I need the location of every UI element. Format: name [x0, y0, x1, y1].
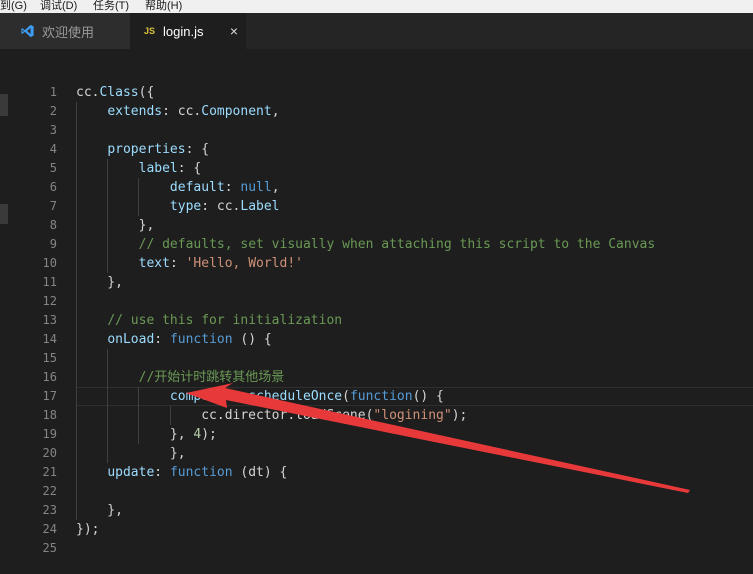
- vscode-icon: [21, 24, 34, 38]
- line-number: 22: [42, 484, 57, 498]
- code-line: cc.director.loadScene("logining");: [76, 408, 468, 423]
- code-line: component.scheduleOnce(function() {: [169, 389, 444, 404]
- line-number: 11: [42, 275, 57, 289]
- code-line: type: cc.Label: [169, 199, 280, 214]
- line-number: 10: [42, 256, 57, 270]
- menu-debug[interactable]: 调试(D): [40, 0, 77, 13]
- line-number: 21: [42, 465, 57, 479]
- tab-bar: 欢迎使用 JS login.js ×: [0, 13, 753, 49]
- code-line: extends: cc.Component,: [107, 104, 280, 119]
- code-line: }, 4);: [76, 427, 217, 442]
- line-number: 15: [42, 351, 57, 365]
- menu-bar: 到(G) 调试(D) 任务(T) 帮助(H): [0, 0, 753, 13]
- code-line: onLoad: function () {: [107, 332, 272, 347]
- line-number: 17: [42, 389, 57, 403]
- line-number: 8: [49, 218, 57, 232]
- line-number: 14: [42, 332, 57, 346]
- line-number: 23: [42, 503, 57, 517]
- tab-login-label: login.js: [163, 23, 204, 39]
- code-line: },: [76, 275, 123, 290]
- line-number: 7: [49, 199, 57, 213]
- code-line: },: [76, 503, 123, 518]
- line-number: 13: [42, 313, 57, 327]
- tab-login-js[interactable]: JS login.js ×: [130, 13, 246, 49]
- line-number: 3: [49, 123, 57, 137]
- line-number: 6: [49, 180, 57, 194]
- activity-edge: [0, 49, 8, 574]
- line-number: 18: [42, 408, 57, 422]
- js-file-icon: JS: [144, 26, 156, 36]
- code-line: });: [76, 522, 100, 537]
- menu-tasks[interactable]: 任务(T): [93, 0, 129, 13]
- tab-welcome-label: 欢迎使用: [42, 24, 95, 40]
- edge-marker: [0, 204, 8, 224]
- code-line: cc.Class({: [76, 85, 155, 100]
- menu-help[interactable]: 帮助(H): [145, 0, 182, 13]
- code-line: properties: {: [107, 142, 210, 157]
- line-number: 2: [49, 104, 57, 118]
- line-number: 25: [42, 541, 57, 555]
- code-line: update: function (dt) {: [107, 465, 288, 480]
- line-number: 19: [42, 427, 57, 441]
- code-line: //开始计时跳转其他场景: [138, 370, 285, 385]
- line-number: 9: [49, 237, 57, 251]
- menu-go[interactable]: 到(G): [0, 0, 27, 13]
- code-line: text: 'Hello, World!': [138, 256, 303, 271]
- code-editor[interactable]: 1 2 3 4 5 6 7 8 9 10 11 12 13 14 15 16 17 18 19 20 21 22 23 24 2…: [8, 49, 753, 574]
- close-icon[interactable]: ×: [230, 23, 238, 39]
- code-line: default: null,: [169, 180, 280, 195]
- code-line: // use this for initialization: [107, 313, 343, 328]
- line-number: 16: [42, 370, 57, 384]
- line-number: 4: [49, 142, 57, 156]
- line-number: 1: [49, 85, 57, 99]
- tab-welcome[interactable]: 欢迎使用: [0, 13, 130, 49]
- code-line: },: [76, 218, 155, 233]
- code-line: // defaults, set visually when attaching…: [138, 237, 656, 252]
- line-number: 24: [42, 522, 57, 536]
- line-number: 12: [42, 294, 57, 308]
- line-number: 5: [49, 161, 57, 175]
- edge-marker: [0, 94, 8, 116]
- line-number: 20: [42, 446, 57, 460]
- code-line: label: {: [138, 161, 202, 176]
- code-line: },: [76, 446, 186, 461]
